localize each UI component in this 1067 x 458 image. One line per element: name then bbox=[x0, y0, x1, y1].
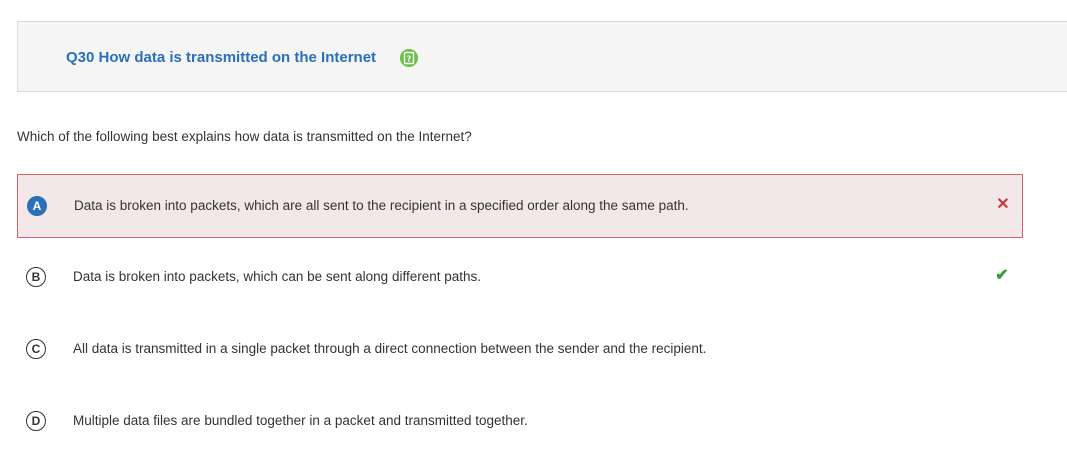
svg-text:?: ? bbox=[407, 55, 412, 64]
option-letter-a: A bbox=[27, 196, 47, 216]
option-letter-b: B bbox=[26, 267, 46, 287]
option-letter-c: C bbox=[26, 339, 46, 359]
option-text-d: Multiple data files are bundled together… bbox=[73, 413, 528, 428]
option-d[interactable]: D Multiple data files are bundled togeth… bbox=[17, 390, 1023, 454]
option-a[interactable]: A Data is broken into packets, which are… bbox=[17, 174, 1023, 238]
correct-check-icon: ✔ bbox=[995, 267, 1009, 284]
option-letter-d: D bbox=[26, 411, 46, 431]
question-prompt: Which of the following best explains how… bbox=[17, 129, 472, 144]
option-text-b: Data is broken into packets, which can b… bbox=[73, 269, 481, 284]
option-text-a: Data is broken into packets, which are a… bbox=[74, 198, 689, 213]
option-b[interactable]: B Data is broken into packets, which can… bbox=[17, 246, 1023, 310]
flag-question-icon[interactable]: ? bbox=[399, 48, 419, 68]
incorrect-x-icon: ✕ bbox=[996, 196, 1010, 213]
question-title[interactable]: Q30 How data is transmitted on the Inter… bbox=[66, 49, 376, 66]
option-c[interactable]: C All data is transmitted in a single pa… bbox=[17, 318, 1023, 382]
option-text-c: All data is transmitted in a single pack… bbox=[73, 341, 707, 356]
question-header: Q30 How data is transmitted on the Inter… bbox=[17, 21, 1067, 92]
